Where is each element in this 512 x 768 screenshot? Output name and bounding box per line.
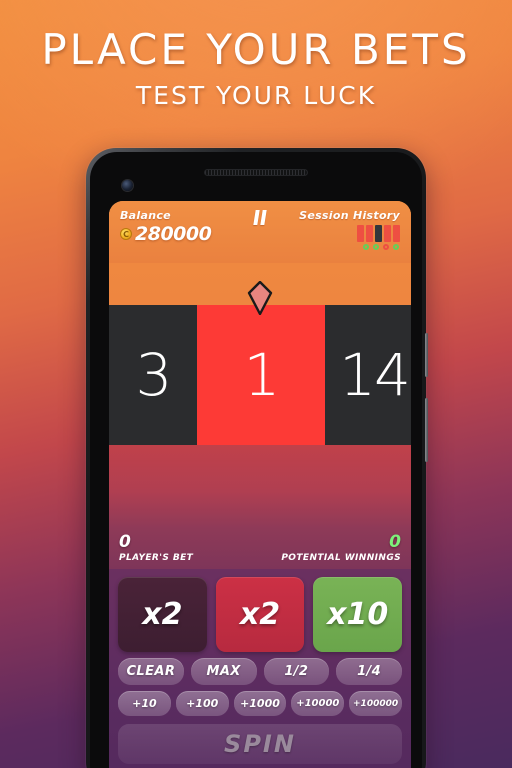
wheel-pointer-icon: [247, 280, 273, 320]
balance-label: Balance: [120, 209, 171, 222]
wheel-reel[interactable]: 3 1 14: [109, 305, 411, 445]
history-bar: [375, 225, 382, 242]
history-bar: [366, 225, 373, 242]
volume-button[interactable]: [425, 333, 428, 377]
chip-add-10000[interactable]: +10000: [291, 691, 345, 716]
balance-display: C 280000: [120, 223, 212, 245]
session-history-bars[interactable]: [357, 225, 400, 242]
game-controls: x2 x2 x10 CLEAR MAX 1/2 1/4 +10 +100 +10…: [109, 569, 411, 768]
multiplier-button-3[interactable]: x10: [313, 577, 403, 652]
pause-bar-right: [260, 210, 267, 225]
spin-button[interactable]: SPIN: [118, 724, 402, 764]
wheel-segment: 3: [109, 305, 197, 445]
player-bet-value: 0: [119, 532, 131, 552]
chip-add-1000[interactable]: +1000: [233, 691, 287, 716]
chip-add-100000[interactable]: +100000: [349, 691, 402, 716]
phone-bezel: Balance C 280000 Session History 3 1 14 …: [90, 152, 422, 768]
max-button[interactable]: MAX: [190, 658, 257, 685]
wheel-area: 3 1 14: [109, 263, 411, 529]
session-history-label[interactable]: Session History: [299, 209, 400, 222]
earpiece-speaker-icon: [204, 169, 308, 176]
session-history-results: [363, 244, 399, 250]
history-result-dot: [393, 244, 399, 250]
bet-summary-bar: 0 0 PLAYER'S BET POTENTIAL WINNINGS: [109, 529, 411, 569]
promo-headline: PLACE YOUR BETS: [41, 25, 471, 74]
bet-action-row: CLEAR MAX 1/2 1/4: [118, 658, 402, 685]
potential-winnings-caption: POTENTIAL WINNINGS: [281, 553, 401, 563]
history-bar: [393, 225, 400, 242]
multiplier-button-1[interactable]: x2: [118, 577, 207, 652]
balance-value: 280000: [135, 223, 212, 245]
wheel-segment-number: 1: [243, 341, 281, 409]
chip-add-10[interactable]: +10: [118, 691, 171, 716]
multiplier-row: x2 x2 x10: [118, 577, 403, 652]
multiplier-button-2[interactable]: x2: [215, 577, 305, 652]
player-bet-caption: PLAYER'S BET: [119, 553, 194, 563]
pause-button[interactable]: [253, 210, 267, 225]
promo-subheadline: TEST YOUR LUCK: [135, 81, 377, 111]
wheel-segment-active: 1: [197, 305, 325, 445]
game-topbar: Balance C 280000 Session History: [109, 201, 411, 263]
wheel-segment-number: 3: [135, 341, 173, 409]
front-camera-icon: [122, 180, 133, 191]
power-button[interactable]: [425, 398, 428, 462]
potential-winnings-value: 0: [389, 532, 401, 552]
clear-button[interactable]: CLEAR: [118, 658, 184, 685]
chip-add-100[interactable]: +100: [175, 691, 229, 716]
chip-row: +10 +100 +1000 +10000 +100000: [118, 691, 402, 716]
half-button[interactable]: 1/2: [263, 658, 330, 685]
history-result-dot: [373, 244, 379, 250]
history-result-dot: [383, 244, 389, 250]
wheel-segment: 14: [325, 305, 411, 445]
history-bar: [384, 225, 391, 242]
game-screen: Balance C 280000 Session History 3 1 14 …: [109, 201, 411, 768]
history-bar: [357, 225, 364, 242]
quarter-button[interactable]: 1/4: [336, 658, 402, 685]
promo-header: PLACE YOUR BETS TEST YOUR LUCK: [0, 25, 512, 111]
coin-icon: C: [120, 228, 132, 240]
wheel-segment-number: 14: [339, 341, 411, 409]
phone-mockup: Balance C 280000 Session History 3 1 14 …: [86, 148, 428, 768]
pause-bar-left: [253, 210, 260, 225]
wheel-backdrop: [109, 445, 411, 529]
history-result-dot: [363, 244, 369, 250]
